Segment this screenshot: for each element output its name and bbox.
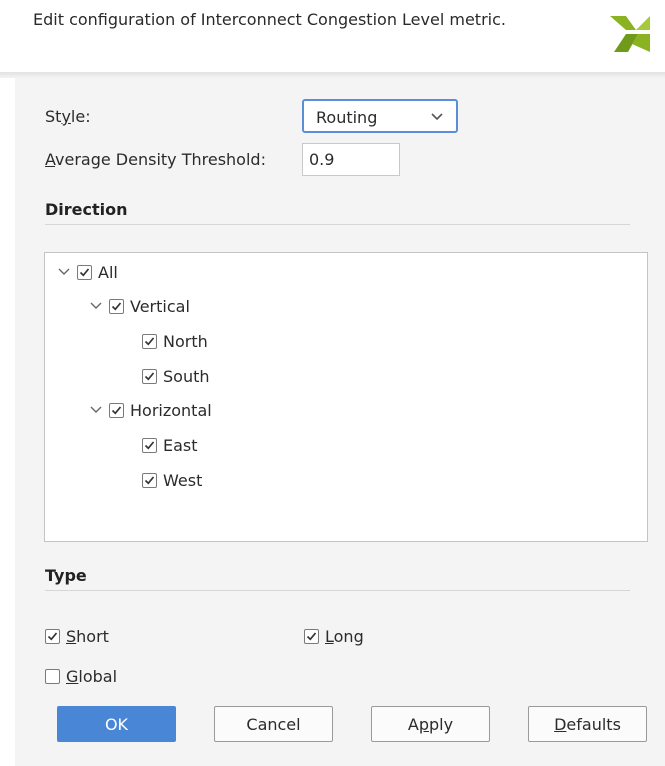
tree-label-vertical: Vertical: [130, 296, 190, 316]
tree-row-north[interactable]: North: [142, 329, 208, 353]
checkbox-global[interactable]: [45, 668, 60, 684]
tree-label-all: All: [98, 262, 118, 282]
long-label: Long: [325, 626, 364, 646]
style-dropdown-value: Routing: [316, 108, 378, 127]
chevron-down-icon[interactable]: [57, 265, 71, 279]
ok-button[interactable]: OK: [57, 706, 176, 742]
global-option[interactable]: Global: [45, 664, 117, 688]
tree-label-south: South: [163, 366, 210, 386]
type-separator: [45, 590, 630, 591]
tree-label-east: East: [163, 435, 198, 455]
checkbox-west[interactable]: [142, 472, 157, 488]
xilinx-logo-icon: [610, 16, 650, 52]
tree-row-all[interactable]: All: [57, 260, 118, 284]
style-label: Style:: [45, 107, 91, 126]
tree-row-west[interactable]: West: [142, 468, 202, 492]
chevron-down-icon[interactable]: [89, 403, 103, 417]
short-option[interactable]: Short: [45, 624, 109, 648]
direction-tree[interactable]: All Vertical North South Horizontal East…: [44, 252, 648, 542]
tree-label-north: North: [163, 331, 208, 351]
tree-row-south[interactable]: South: [142, 364, 210, 388]
checkbox-south[interactable]: [142, 368, 157, 384]
chevron-down-icon[interactable]: [89, 299, 103, 313]
chevron-down-icon: [431, 113, 443, 121]
cancel-button[interactable]: Cancel: [214, 706, 333, 742]
header-description: Edit configuration of Interconnect Conge…: [33, 10, 506, 29]
type-heading: Type: [45, 566, 87, 585]
checkbox-horizontal[interactable]: [109, 402, 124, 418]
short-label: Short: [66, 626, 109, 646]
direction-separator: [45, 224, 630, 225]
tree-label-west: West: [163, 470, 203, 490]
tree-row-east[interactable]: East: [142, 433, 198, 457]
checkbox-short[interactable]: [45, 628, 60, 644]
dialog-header: Edit configuration of Interconnect Conge…: [0, 0, 665, 74]
tree-label-horizontal: Horizontal: [130, 400, 212, 420]
density-threshold-value: 0.9: [309, 150, 335, 169]
checkbox-east[interactable]: [142, 437, 157, 453]
global-label: Global: [66, 666, 118, 686]
density-label: Average Density Threshold:: [45, 150, 266, 169]
defaults-button[interactable]: Defaults: [528, 706, 647, 742]
apply-button[interactable]: Ap ply: [371, 706, 490, 742]
checkbox-all[interactable]: [77, 264, 92, 280]
tree-row-vertical[interactable]: Vertical: [89, 294, 190, 318]
checkbox-long[interactable]: [304, 628, 319, 644]
tree-row-horizontal[interactable]: Horizontal: [89, 398, 212, 422]
long-option[interactable]: Long: [304, 624, 364, 648]
direction-heading: Direction: [45, 200, 128, 219]
checkbox-vertical[interactable]: [109, 298, 124, 314]
style-dropdown[interactable]: Routing: [302, 99, 458, 133]
checkbox-north[interactable]: [142, 333, 157, 349]
density-threshold-field[interactable]: 0.9: [302, 143, 400, 176]
